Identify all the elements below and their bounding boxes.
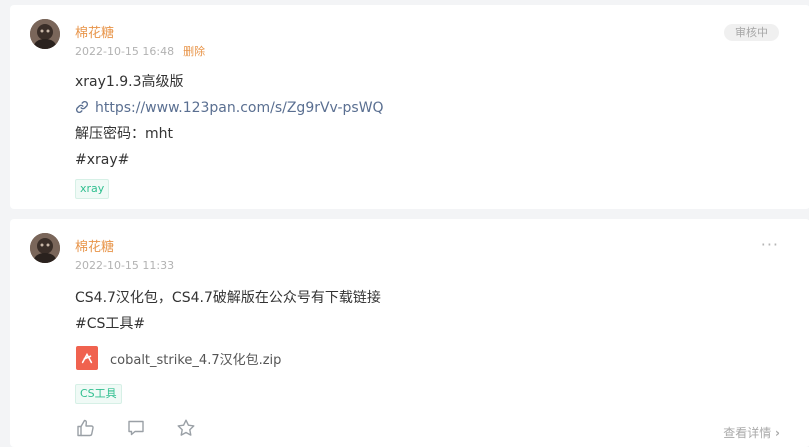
attachment-item[interactable]: cobalt_strike_4.7汉化包.zip — [76, 346, 281, 370]
view-details-link[interactable]: 查看详情 › — [723, 424, 780, 441]
post-meta: 2022-10-15 16:48 删除 — [75, 45, 205, 59]
post-hashtag[interactable]: #xray# — [75, 147, 384, 173]
topic-tag[interactable]: CS工具 — [75, 384, 122, 404]
post-link-text[interactable]: https://www.123pan.com/s/Zg9rVv-psWQ — [95, 100, 384, 116]
attachment-name[interactable]: cobalt_strike_4.7汉化包.zip — [110, 349, 281, 368]
post-card: 棉花糖 2022-10-15 16:48 删除 审核中 xray1.9.3高级版 … — [10, 5, 809, 209]
topic-tag[interactable]: xray — [75, 179, 110, 199]
post-text-line: CS4.7汉化包，CS4.7破解版在公众号有下载链接 — [75, 290, 381, 306]
delete-link[interactable]: 删除 — [183, 45, 205, 58]
post-meta: 2022-10-15 11:33 — [75, 259, 174, 273]
star-icon[interactable] — [176, 418, 196, 438]
post-text-line: 解压密码：mht — [75, 126, 173, 142]
post-text-line: xray1.9.3高级版 — [75, 74, 184, 90]
avatar[interactable] — [30, 233, 60, 263]
post-timestamp: 2022-10-15 11:33 — [75, 259, 175, 272]
post-hashtag[interactable]: #CS工具# — [75, 311, 381, 337]
post-actions — [76, 418, 196, 438]
chevron-right-icon: › — [775, 426, 780, 440]
comment-icon[interactable] — [126, 418, 146, 438]
post-content: xray1.9.3高级版 https://www.123pan.com/s/Zg… — [75, 69, 384, 173]
post-content: CS4.7汉化包，CS4.7破解版在公众号有下载链接 #CS工具# — [75, 285, 381, 337]
author-name[interactable]: 棉花糖 — [75, 26, 114, 42]
status-badge: 审核中 — [724, 24, 779, 41]
post-card: 棉花糖 2022-10-15 11:33 ··· CS4.7汉化包，CS4.7破… — [10, 219, 809, 447]
file-icon — [76, 346, 98, 370]
post-link[interactable]: https://www.123pan.com/s/Zg9rVv-psWQ — [75, 95, 384, 121]
avatar[interactable] — [30, 19, 60, 49]
link-icon — [75, 97, 89, 123]
more-options-icon[interactable]: ··· — [761, 237, 779, 253]
thumbs-up-icon[interactable] — [76, 418, 96, 438]
author-name[interactable]: 棉花糖 — [75, 240, 114, 256]
post-timestamp: 2022-10-15 16:48 — [75, 45, 175, 58]
view-details-label[interactable]: 查看详情 — [723, 426, 771, 440]
